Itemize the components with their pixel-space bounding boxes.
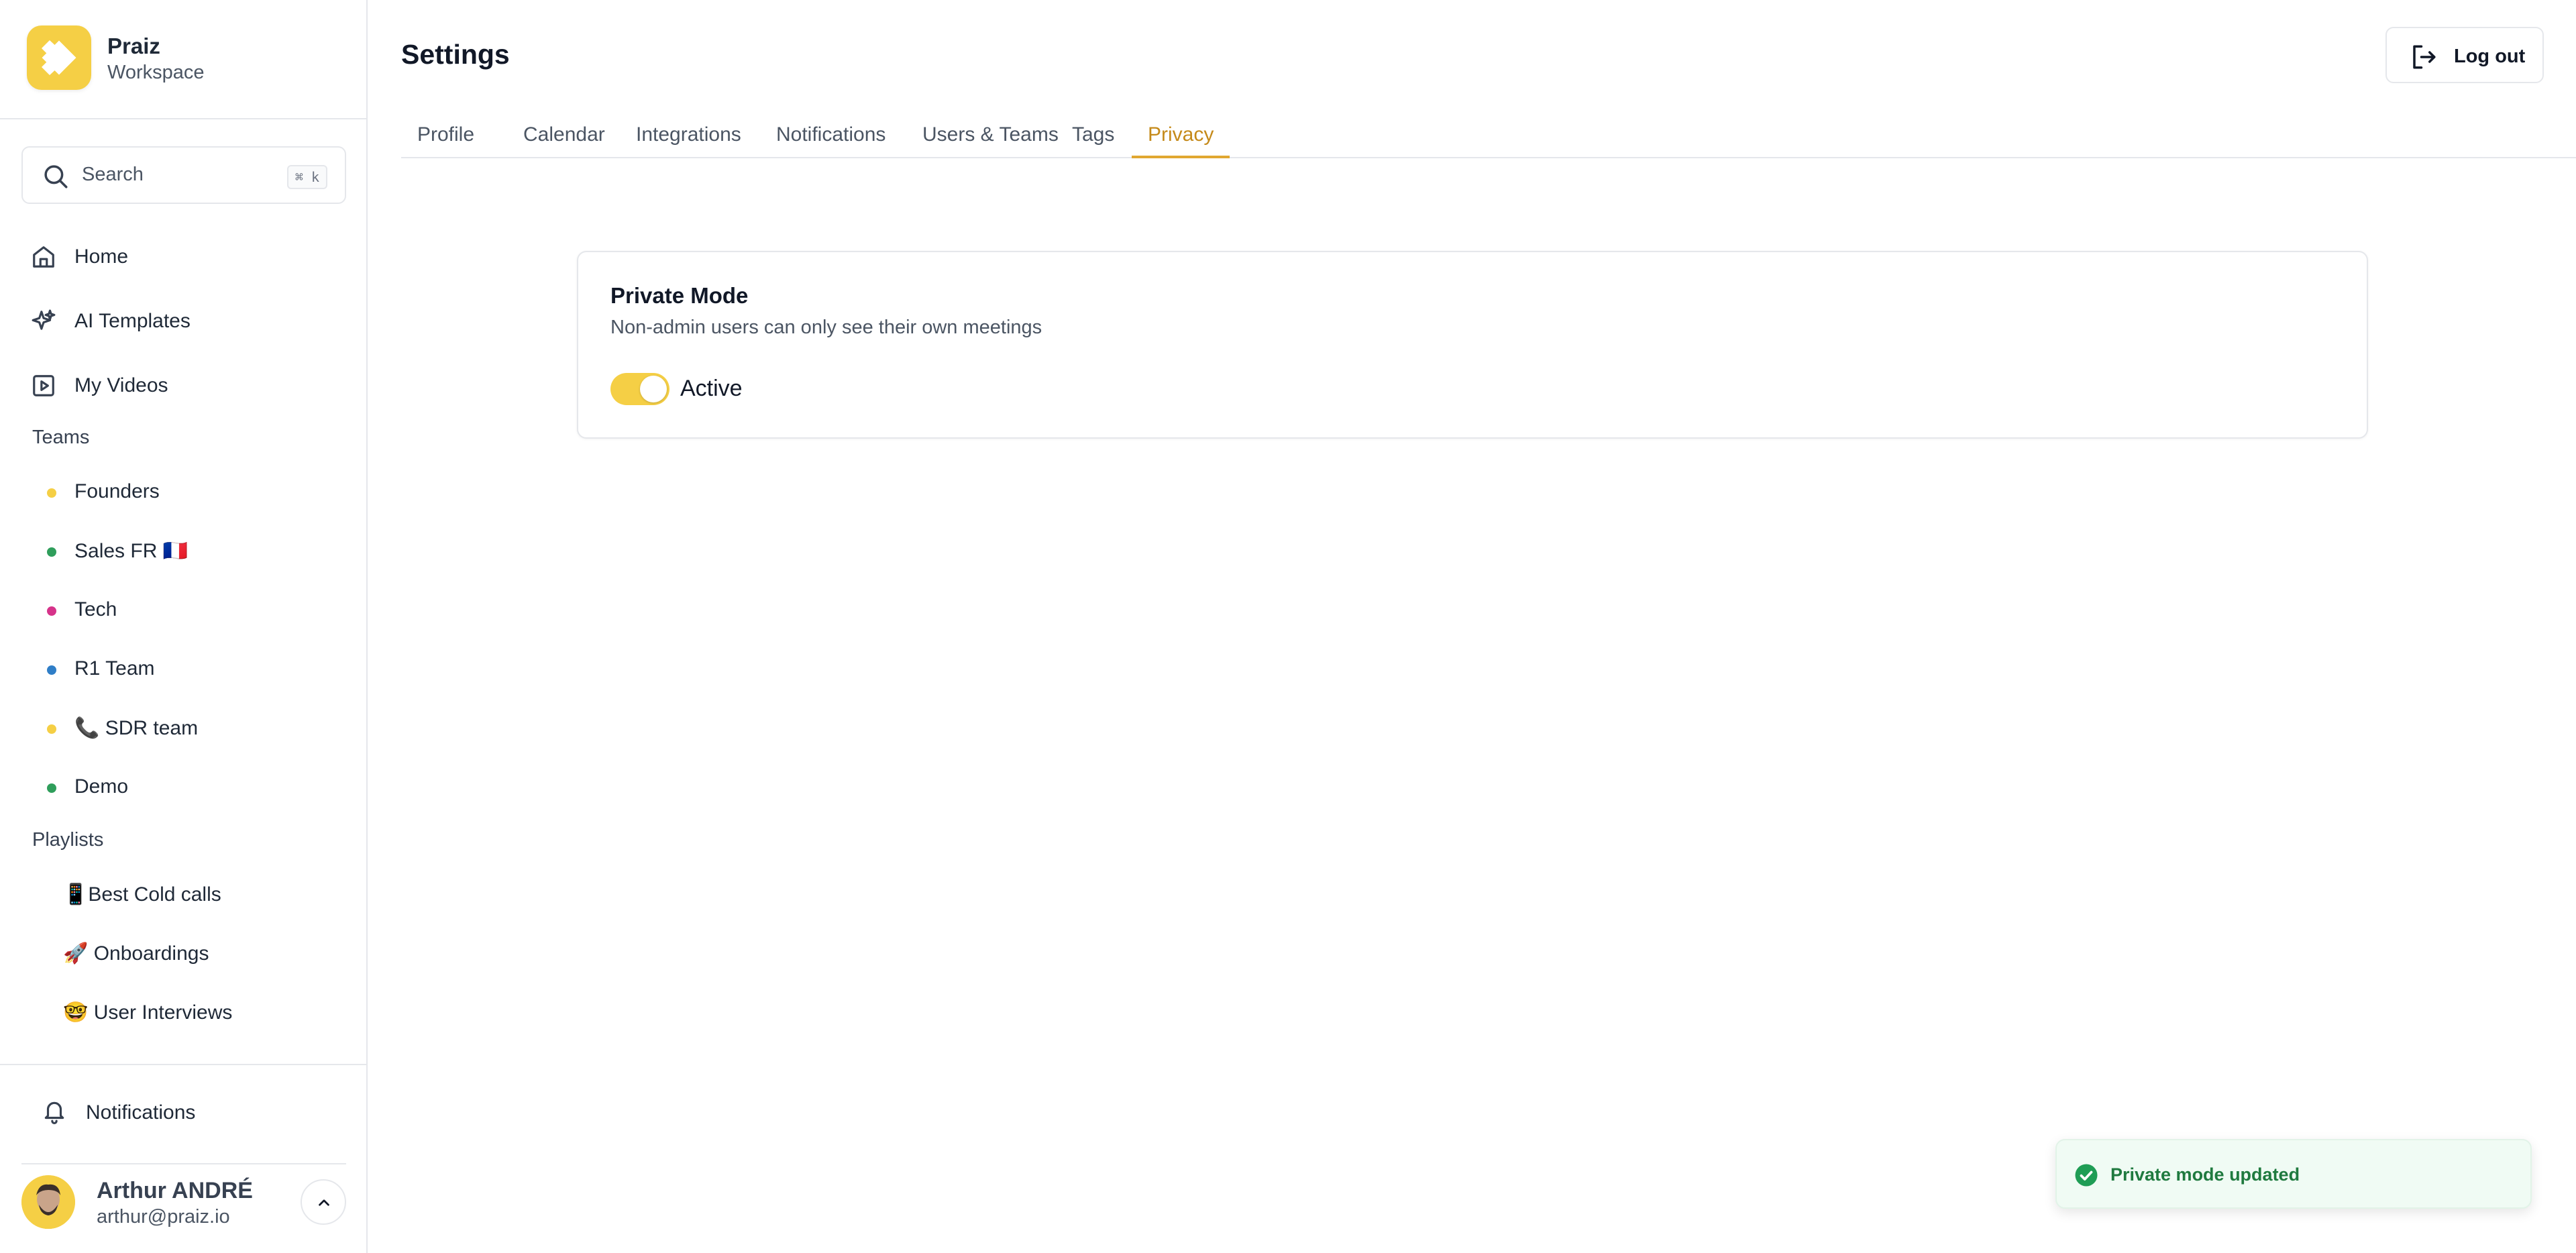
- tab-integrations[interactable]: Integrations: [620, 118, 757, 158]
- tab-profile[interactable]: Profile: [401, 118, 490, 158]
- playlist-label: 🚀 Onboardings: [63, 942, 209, 965]
- video-icon: [33, 375, 54, 396]
- sidebar-divider: [0, 1064, 366, 1065]
- playlist-label: 📱Best Cold calls: [63, 883, 221, 906]
- playlist-label: 🤓 User Interviews: [63, 1001, 233, 1024]
- team-label: 📞 SDR team: [74, 717, 199, 739]
- team-item-demo[interactable]: Demo: [21, 763, 346, 810]
- team-item-sales-fr[interactable]: Sales FR 🇫🇷: [21, 527, 346, 574]
- chevron-up-icon: [319, 1199, 329, 1206]
- workspace-name: Praiz: [107, 34, 160, 58]
- search-shortcut: ⌘ k: [286, 165, 327, 189]
- user-menu-button[interactable]: [301, 1179, 346, 1225]
- team-color-dot: [47, 665, 56, 675]
- team-label: Demo: [74, 775, 129, 798]
- avatar[interactable]: [21, 1175, 75, 1229]
- private-mode-title: Private Mode: [610, 283, 749, 308]
- logout-button[interactable]: Log out: [2385, 27, 2544, 83]
- workspace-switcher[interactable]: Praiz Workspace: [0, 0, 366, 119]
- private-mode-toggle[interactable]: [610, 373, 669, 405]
- team-color-dot: [47, 724, 56, 734]
- playlist-item-best-cold-calls[interactable]: 📱Best Cold calls: [21, 871, 346, 918]
- check-circle-icon: [2075, 1164, 2098, 1187]
- sidebar-item-my-videos[interactable]: My Videos: [21, 361, 346, 409]
- private-mode-status: Active: [680, 376, 743, 401]
- workspace-subtitle: Workspace: [107, 62, 205, 83]
- team-item-founders[interactable]: Founders: [21, 468, 346, 515]
- private-mode-card: Private Mode Non-admin users can only se…: [577, 251, 2368, 439]
- bell-icon: [44, 1101, 64, 1124]
- playlists-section-title: Playlists: [32, 829, 104, 851]
- team-item-r1-team[interactable]: R1 Team: [21, 645, 346, 692]
- team-color-dot: [47, 783, 56, 793]
- team-color-dot: [47, 606, 56, 616]
- sidebar-scroll-clip: [0, 1046, 366, 1064]
- team-label: R1 Team: [74, 657, 155, 679]
- sidebar-item-notifications[interactable]: Notifications: [21, 1085, 346, 1139]
- page-title: Settings: [401, 39, 510, 70]
- team-color-dot: [47, 547, 56, 557]
- search-button[interactable]: Search ⌘ k: [21, 146, 346, 204]
- home-icon: [33, 246, 54, 268]
- toast-message: Private mode updated: [2110, 1164, 2300, 1185]
- private-mode-description: Non-admin users can only see their own m…: [610, 317, 1042, 338]
- team-item-tech[interactable]: Tech: [21, 586, 346, 633]
- team-label: Founders: [74, 480, 160, 502]
- settings-tabs: Profile Calendar Integrations Notificati…: [401, 118, 2576, 158]
- team-item-sdr-team[interactable]: 📞 SDR team: [21, 704, 346, 751]
- tab-calendar[interactable]: Calendar: [507, 118, 621, 158]
- team-label: Sales FR 🇫🇷: [74, 540, 189, 562]
- praiz-logo-icon: [27, 25, 91, 90]
- teams-section-title: Teams: [32, 427, 90, 448]
- user-email: arthur@praiz.io: [97, 1206, 230, 1228]
- toggle-knob: [640, 376, 667, 402]
- sidebar-item-label: AI Templates: [74, 310, 191, 332]
- notifications-label: Notifications: [86, 1101, 196, 1124]
- sidebar-item-ai-templates[interactable]: AI Templates: [21, 296, 346, 345]
- sidebar: Praiz Workspace Search ⌘ k Home AI Templ…: [0, 0, 368, 1253]
- toast-notification: Private mode updated: [2055, 1139, 2532, 1209]
- tab-tags[interactable]: Tags: [1056, 118, 1130, 158]
- playlist-item-onboardings[interactable]: 🚀 Onboardings: [21, 930, 346, 977]
- user-name: Arthur ANDRÉ: [97, 1178, 253, 1203]
- sidebar-item-label: Home: [74, 246, 129, 268]
- tab-users-teams[interactable]: Users & Teams: [906, 118, 1075, 158]
- sparkles-icon: [32, 309, 56, 330]
- logout-icon: [2413, 45, 2436, 69]
- sidebar-item-home[interactable]: Home: [21, 232, 346, 280]
- tab-notifications[interactable]: Notifications: [760, 118, 902, 158]
- playlist-item-user-interviews[interactable]: 🤓 User Interviews: [21, 989, 346, 1036]
- user-divider: [21, 1163, 346, 1164]
- search-label: Search: [82, 164, 144, 185]
- sidebar-item-label: My Videos: [74, 374, 168, 396]
- logout-label: Log out: [2454, 46, 2526, 67]
- team-label: Tech: [74, 598, 117, 620]
- tab-privacy[interactable]: Privacy: [1132, 118, 1230, 158]
- team-color-dot: [47, 488, 56, 498]
- search-icon: [44, 165, 68, 188]
